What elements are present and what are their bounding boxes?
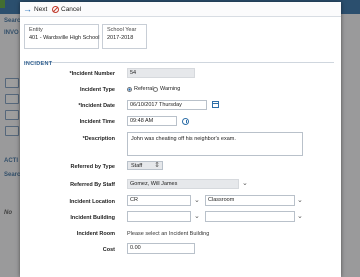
chevron-down-icon[interactable]: ⌄ (194, 197, 200, 204)
radio-unselected-icon (153, 86, 158, 92)
incident-time-field[interactable]: 09:48 AM (127, 116, 177, 126)
cost-field[interactable]: 0.00 (127, 243, 195, 254)
entity-value: 401 - Wardsville High School (29, 35, 100, 41)
incident-type-label: Incident Type (79, 87, 115, 93)
incident-section-header: INCIDENT (24, 52, 334, 67)
building-name-field[interactable] (205, 211, 295, 222)
referred-by-staff-field: Gomez, Will James (127, 179, 239, 189)
modal-toolbar: → Next Cancel (20, 2, 341, 17)
radio-selected-icon (127, 86, 132, 92)
location-code-field[interactable]: CR (127, 195, 191, 206)
school-year-value: 2017-2018 (107, 35, 134, 41)
incident-time-label: Incident Time (79, 119, 115, 125)
cost-label: Cost (102, 247, 115, 253)
description-label: *Description (82, 136, 115, 142)
referred-by-type-label: Referred by Type (70, 164, 115, 170)
school-year-box: School Year 2017-2018 (102, 24, 147, 49)
chevron-down-icon[interactable]: ⌄ (297, 197, 303, 204)
referral-radio[interactable]: Referral (127, 86, 154, 92)
chevron-down-icon[interactable]: ⌄ (242, 180, 248, 187)
description-textarea[interactable]: John was cheating off his neighbor's exa… (127, 132, 303, 156)
referred-by-type-select[interactable]: Staff ⇕ (127, 161, 163, 170)
incident-number-label: *Incident Number (69, 71, 115, 77)
location-name-field[interactable]: Classroom (205, 195, 295, 206)
incident-number-field: 54 (127, 68, 195, 78)
incident-room-hint: Please select an Incident Building (127, 231, 210, 237)
incident-building-label: Incident Building (70, 215, 115, 221)
chevron-down-icon[interactable]: ⌄ (297, 213, 303, 220)
cancel-button[interactable]: Cancel (52, 4, 81, 14)
cancel-label: Cancel (61, 5, 82, 13)
referred-by-staff-label: Referred By Staff (70, 182, 115, 188)
arrow-right-icon: → (23, 3, 32, 14)
school-year-label: School Year (107, 27, 137, 33)
referred-by-type-value: Staff (131, 163, 143, 169)
building-code-field[interactable] (127, 211, 191, 222)
incident-date-label: *Incident Date (78, 103, 115, 109)
entity-label: Entity (29, 27, 43, 33)
section-title: INCIDENT (24, 61, 53, 67)
warning-radio[interactable]: Warning (153, 86, 180, 92)
incident-date-field[interactable]: 06/10/2017 Thursday (127, 100, 207, 110)
next-button[interactable]: → Next (23, 4, 47, 14)
incident-location-label: Incident Location (69, 199, 115, 205)
incident-room-label: Incident Room (76, 231, 115, 237)
calendar-icon[interactable] (212, 101, 219, 108)
warning-label: Warning (160, 86, 181, 92)
dropdown-arrow-icon: ⇕ (154, 162, 160, 169)
referral-label: Referral (134, 86, 154, 92)
incident-modal: → Next Cancel Entity 401 - Wardsville Hi… (20, 2, 341, 277)
clock-icon[interactable] (182, 118, 189, 125)
cancel-icon (52, 5, 59, 13)
entity-box: Entity 401 - Wardsville High School (24, 24, 99, 49)
next-label: Next (34, 5, 48, 13)
chevron-down-icon[interactable]: ⌄ (194, 213, 200, 220)
